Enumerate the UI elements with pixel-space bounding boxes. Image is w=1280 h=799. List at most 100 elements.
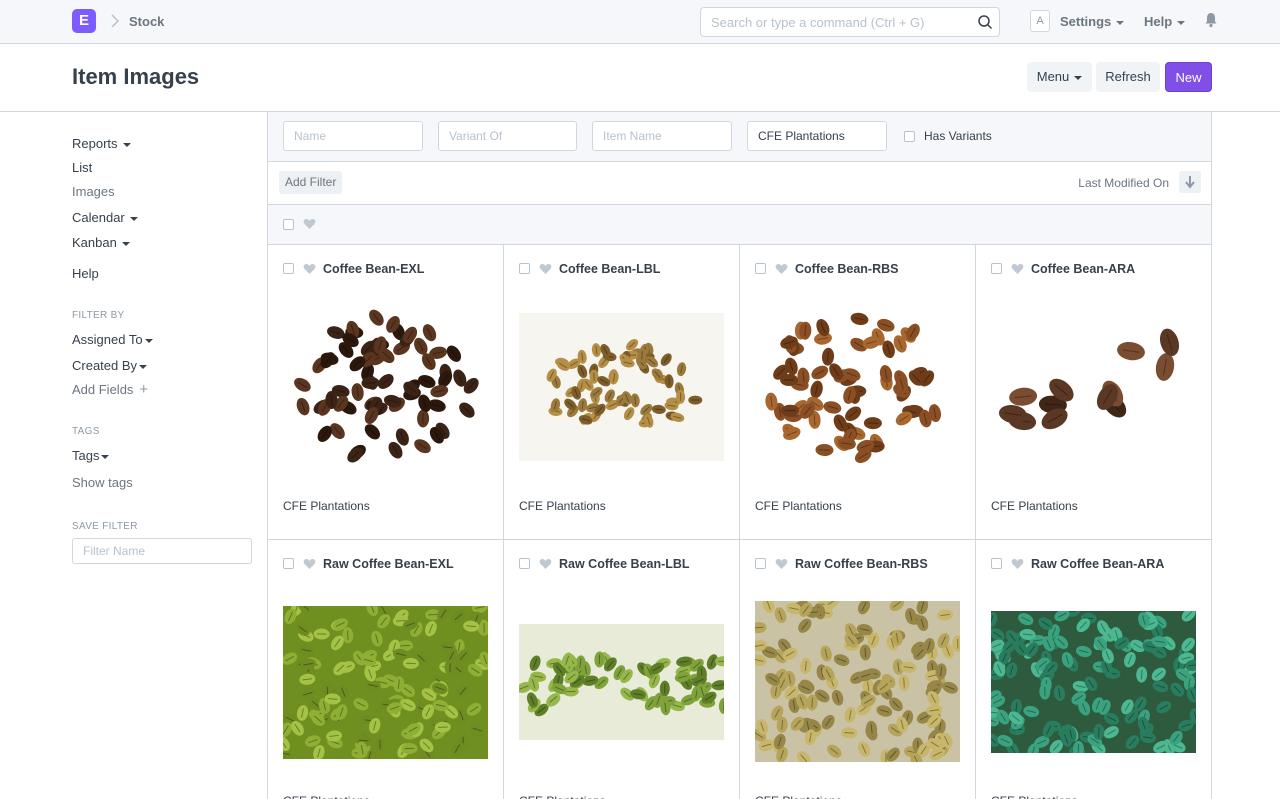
- breadcrumb-stock[interactable]: Stock: [129, 14, 164, 29]
- item-title[interactable]: Coffee Bean-LBL: [559, 262, 660, 276]
- sort-order-button[interactable]: [1179, 171, 1201, 193]
- item-group: CFE Plantations: [991, 794, 1078, 799]
- item-group-filter-input[interactable]: [747, 121, 887, 151]
- coffee-bean-photo: [755, 601, 960, 762]
- heart-icon[interactable]: [775, 263, 788, 275]
- item-image[interactable]: [283, 303, 488, 473]
- item-title[interactable]: Coffee Bean-EXL: [323, 262, 424, 276]
- item-group: CFE Plantations: [991, 499, 1078, 513]
- item-card[interactable]: Raw Coffee Bean-RBS CFE Plantations: [740, 540, 976, 799]
- item-title[interactable]: Raw Coffee Bean-LBL: [559, 557, 690, 571]
- search-input[interactable]: [701, 8, 961, 36]
- heart-icon[interactable]: [303, 558, 316, 570]
- item-title[interactable]: Raw Coffee Bean-RBS: [795, 557, 928, 571]
- item-title[interactable]: Raw Coffee Bean-EXL: [323, 557, 454, 571]
- heart-icon[interactable]: [539, 263, 552, 275]
- item-title[interactable]: Coffee Bean-ARA: [1031, 262, 1135, 276]
- item-group: CFE Plantations: [755, 499, 842, 513]
- item-image[interactable]: [283, 606, 488, 759]
- has-variants-checkbox[interactable]: [904, 131, 915, 142]
- item-image[interactable]: [519, 313, 724, 461]
- item-card[interactable]: Coffee Bean-EXL CFE Plantations: [268, 245, 504, 540]
- caret-down-icon: [1074, 75, 1083, 80]
- refresh-button[interactable]: Refresh: [1096, 62, 1160, 92]
- caret-down-icon: [144, 338, 153, 343]
- coffee-bean-photo: [519, 313, 724, 461]
- select-all-checkbox[interactable]: [283, 219, 294, 230]
- variant-of-filter-input[interactable]: [438, 121, 577, 151]
- coffee-bean-photo: [283, 303, 488, 473]
- page-head: Item Images Menu Refresh New: [0, 44, 1280, 112]
- navbar: E Stock A Settings Help: [0, 0, 1280, 44]
- item-title[interactable]: Raw Coffee Bean-ARA: [1031, 557, 1164, 571]
- item-checkbox[interactable]: [991, 558, 1002, 569]
- bell-icon[interactable]: [1204, 12, 1218, 28]
- help-dropdown[interactable]: Help: [1144, 14, 1186, 29]
- item-group: CFE Plantations: [755, 794, 842, 799]
- sidebar-calendar[interactable]: Calendar: [72, 210, 138, 225]
- heart-icon[interactable]: [539, 558, 552, 570]
- item-card[interactable]: Coffee Bean-ARA CFE Plantations: [976, 245, 1211, 540]
- settings-dropdown[interactable]: Settings: [1060, 14, 1125, 29]
- search-icon[interactable]: [977, 14, 993, 30]
- sidebar-assigned-to[interactable]: Assigned To: [72, 332, 153, 347]
- caret-down-icon: [139, 364, 148, 369]
- sort-by-selector[interactable]: Last Modified On: [1078, 176, 1169, 190]
- item-name-filter-input[interactable]: [592, 121, 732, 151]
- new-button[interactable]: New: [1165, 62, 1212, 92]
- coffee-bean-photo: [991, 611, 1196, 753]
- save-filter-heading: SAVE FILTER: [72, 521, 138, 532]
- filter-name-input[interactable]: [72, 538, 252, 564]
- sidebar-add-fields[interactable]: Add Fields +: [72, 382, 148, 397]
- item-checkbox[interactable]: [755, 558, 766, 569]
- sidebar-tags[interactable]: Tags: [72, 448, 110, 463]
- settings-label: Settings: [1060, 14, 1112, 29]
- sidebar-reports[interactable]: Reports: [72, 136, 131, 151]
- item-checkbox[interactable]: [755, 263, 766, 274]
- add-filter-button[interactable]: Add Filter: [279, 171, 343, 194]
- name-filter-input[interactable]: [283, 121, 423, 151]
- filter-by-heading: FILTER BY: [72, 310, 125, 321]
- item-checkbox[interactable]: [991, 263, 1002, 274]
- add-fields-label: Add Fields: [72, 382, 134, 397]
- sidebar-kanban[interactable]: Kanban: [72, 235, 130, 250]
- heart-icon[interactable]: [303, 218, 316, 230]
- app-logo[interactable]: E: [72, 9, 96, 33]
- item-image[interactable]: [755, 601, 960, 762]
- sidebar-created-by[interactable]: Created By: [72, 358, 148, 373]
- has-variants-label: Has Variants: [924, 129, 992, 143]
- item-checkbox[interactable]: [283, 263, 294, 274]
- item-checkbox[interactable]: [519, 558, 530, 569]
- item-image[interactable]: [991, 323, 1196, 438]
- item-image[interactable]: [991, 611, 1196, 753]
- item-image[interactable]: [519, 624, 724, 740]
- item-checkbox[interactable]: [283, 558, 294, 569]
- item-card[interactable]: Coffee Bean-LBL CFE Plantations: [504, 245, 740, 540]
- item-card[interactable]: Raw Coffee Bean-EXL CFE Plantations: [268, 540, 504, 799]
- item-title[interactable]: Coffee Bean-RBS: [795, 262, 899, 276]
- sidebar-help[interactable]: Help: [72, 266, 99, 281]
- sidebar-images[interactable]: Images: [72, 184, 115, 199]
- avatar[interactable]: A: [1030, 10, 1050, 32]
- search-box: [700, 7, 1000, 37]
- caret-down-icon: [1177, 20, 1186, 25]
- menu-button[interactable]: Menu: [1027, 62, 1092, 92]
- caret-down-icon: [129, 216, 138, 221]
- item-image[interactable]: [755, 303, 960, 468]
- sidebar-show-tags[interactable]: Show tags: [72, 475, 133, 490]
- item-card[interactable]: Raw Coffee Bean-LBL CFE Plantations: [504, 540, 740, 799]
- plus-icon: +: [139, 381, 149, 398]
- item-checkbox[interactable]: [519, 263, 530, 274]
- heart-icon[interactable]: [1011, 558, 1024, 570]
- heart-icon[interactable]: [1011, 263, 1024, 275]
- arrow-down-icon: [1185, 176, 1195, 189]
- caret-down-icon: [1116, 20, 1125, 25]
- heart-icon[interactable]: [303, 263, 316, 275]
- assigned-to-label: Assigned To: [72, 332, 143, 347]
- item-card[interactable]: Raw Coffee Bean-ARA CFE Plantations: [976, 540, 1211, 799]
- item-card[interactable]: Coffee Bean-RBS CFE Plantations: [740, 245, 976, 540]
- heart-icon[interactable]: [775, 558, 788, 570]
- created-by-label: Created By: [72, 358, 138, 373]
- main-panel: Has Variants Add Filter Last Modified On…: [267, 112, 1212, 799]
- sidebar-list[interactable]: List: [72, 160, 92, 175]
